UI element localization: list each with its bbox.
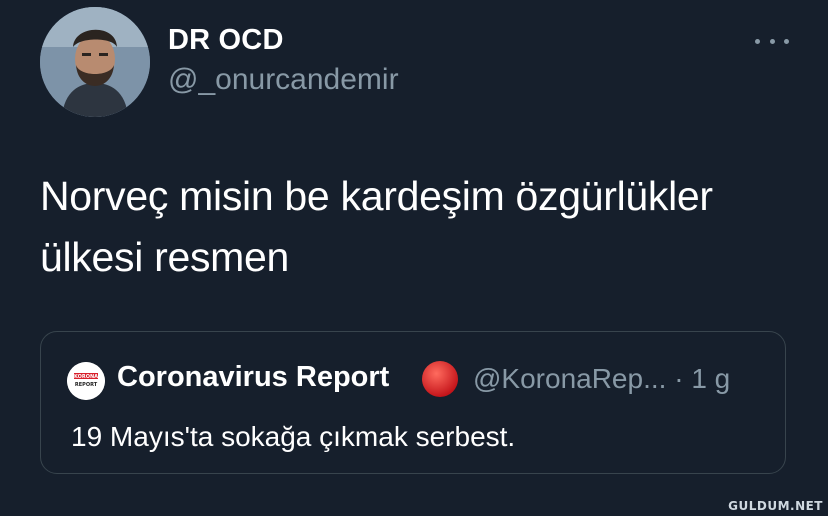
- more-options-icon[interactable]: [755, 32, 789, 50]
- quoted-tweet-text: 19 Mayıs'ta sokağa çıkmak serbest.: [71, 421, 516, 452]
- watermark: GULDUM.NET: [728, 499, 823, 513]
- logo-label-bottom: REPORT: [75, 382, 98, 388]
- more-dot: [769, 38, 775, 44]
- author-avatar[interactable]: [40, 7, 150, 117]
- quoted-handle-and-time[interactable]: @KoronaRep... · 1 g: [473, 363, 730, 395]
- user-avatar-icon: [40, 7, 150, 117]
- tweet-text-line: Norveç misin be kardeşim özgürlükler: [40, 173, 713, 219]
- logo-label-top: KORONA: [74, 374, 98, 380]
- quoted-time[interactable]: 1 g: [691, 363, 730, 394]
- separator: ·: [674, 363, 684, 394]
- author-handle[interactable]: @_onurcandemir: [168, 63, 399, 97]
- quoted-author-avatar[interactable]: KORONA REPORT: [67, 362, 105, 400]
- quoted-display-name[interactable]: Coronavirus Report: [117, 361, 389, 394]
- tweet-text: Norveç misin be kardeşim özgürlükler ülk…: [40, 166, 800, 288]
- korona-report-logo-icon: KORONA REPORT: [67, 362, 105, 400]
- quoted-handle[interactable]: @KoronaRep...: [473, 363, 666, 394]
- more-dot: [755, 38, 760, 44]
- quoted-tweet-card[interactable]: KORONA REPORT Coronavirus Report @Korona…: [40, 331, 786, 474]
- red-circle-icon: [422, 361, 458, 397]
- author-display-name[interactable]: DR OCD: [168, 24, 284, 57]
- more-dot: [784, 38, 789, 44]
- tweet-text-line: ülkesi resmen: [40, 234, 290, 280]
